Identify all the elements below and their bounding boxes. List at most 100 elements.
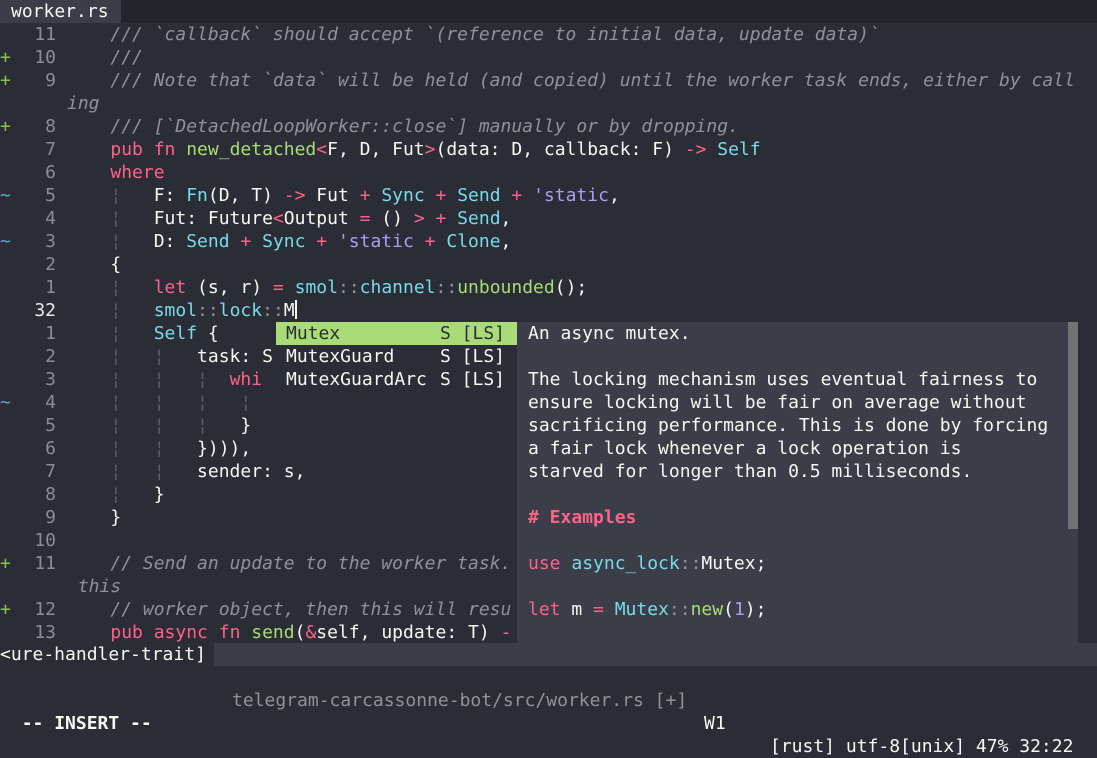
mode-indicator: -- INSERT -- bbox=[21, 713, 152, 734]
code-token: Sync bbox=[370, 185, 436, 206]
text-cursor bbox=[294, 300, 297, 319]
code-token: Send bbox=[446, 185, 512, 206]
code-token: :: bbox=[262, 300, 284, 321]
code-token: self, update: T) bbox=[316, 622, 501, 643]
code-token: pub async fn bbox=[110, 622, 252, 643]
completion-menu[interactable]: Mutex S [LS] MutexGuard S [LS] MutexGuardArc… bbox=[276, 322, 517, 414]
command-line[interactable]: -- INSERT -- bbox=[0, 689, 1097, 734]
code-text: ¦ let (s, r) = smol::channel::unbounded(… bbox=[67, 276, 587, 299]
code-text: pub async fn send(&self, update: T) - bbox=[67, 621, 511, 644]
code-token: -> bbox=[283, 185, 306, 206]
code-token: :: bbox=[435, 277, 458, 298]
completion-item[interactable]: MutexGuardArc S [LS] bbox=[276, 368, 517, 391]
git-sign: + bbox=[0, 47, 11, 68]
line-number: 1 bbox=[45, 323, 56, 344]
code-token: 'static bbox=[522, 185, 609, 206]
code-text: ¦ ¦ sender: s, bbox=[67, 460, 305, 483]
code-text: ¦ ¦ ¦ } bbox=[67, 414, 251, 437]
line-number: 9 bbox=[45, 70, 56, 91]
indent-guide bbox=[67, 116, 110, 137]
git-sign: ~ bbox=[0, 231, 11, 252]
completion-item[interactable]: MutexGuard S [LS] bbox=[276, 345, 517, 368]
code-token: < bbox=[272, 208, 284, 229]
indent-guide: ¦ bbox=[67, 208, 154, 229]
code-token: Fut: Future bbox=[153, 208, 273, 229]
code-token: & bbox=[305, 622, 317, 643]
line-number: 8 bbox=[45, 484, 56, 505]
code-token: channel bbox=[359, 277, 436, 298]
indent-guide: ¦ ¦ bbox=[67, 346, 198, 367]
code-token: Output bbox=[283, 208, 360, 229]
code-token: } bbox=[240, 415, 252, 436]
doc-line: sacrificing performance. This is done by… bbox=[528, 415, 1049, 436]
doc-line: starved for longer than 0.5 milliseconds… bbox=[528, 461, 973, 482]
git-sign: + bbox=[0, 599, 11, 620]
code-line[interactable]: +9 /// Note that `data` will be held (an… bbox=[0, 69, 1097, 92]
code-line[interactable]: 4 ¦ Fut: Future<Output = () > + Send, bbox=[0, 207, 1097, 230]
git-sign: + bbox=[0, 116, 11, 137]
indent-guide bbox=[67, 47, 110, 68]
code-line[interactable]: 1 ¦ let (s, r) = smol::channel::unbounde… bbox=[0, 276, 1097, 299]
indent-guide: ¦ ¦ ¦ bbox=[67, 415, 241, 436]
code-token: let bbox=[153, 277, 187, 298]
indent-guide: ¦ ¦ ¦ bbox=[67, 369, 230, 390]
code-token: Send bbox=[446, 208, 501, 229]
code-token: send bbox=[251, 622, 295, 643]
code-token: -> bbox=[684, 139, 707, 160]
status-function-name: <ure-handler-trait] bbox=[0, 643, 214, 666]
code-token: } bbox=[153, 484, 165, 505]
code-text: ¦ ¦ ¦ whi bbox=[67, 368, 262, 391]
code-line[interactable]: 32 ¦ smol::lock::M bbox=[0, 299, 1097, 322]
code-line[interactable]: 6 where bbox=[0, 161, 1097, 184]
status-file-info: [rust] utf-8[unix] 47% 32:22 bbox=[770, 736, 1074, 757]
line-number: 4 bbox=[45, 392, 56, 413]
line-number: 4 bbox=[45, 208, 56, 229]
indent-guide: ¦ bbox=[67, 484, 154, 505]
code-token: F: bbox=[153, 185, 187, 206]
code-line[interactable]: 11 /// `callback` should accept `(refere… bbox=[0, 23, 1097, 46]
code-token: + bbox=[359, 185, 371, 206]
indent-guide: ¦ ¦ ¦ ¦ bbox=[67, 392, 284, 413]
code-text: ¦ ¦ }))), bbox=[67, 437, 251, 460]
code-line[interactable]: +10 /// bbox=[0, 46, 1097, 69]
line-number: 11 bbox=[34, 24, 56, 45]
code-line[interactable]: ing bbox=[0, 92, 1097, 115]
doc-line: ensure locking will be fair on average w… bbox=[528, 392, 1027, 413]
line-number: 5 bbox=[45, 415, 56, 436]
code-token: /// [`DetachedLoopWorker::close`] manual… bbox=[110, 116, 739, 137]
code-token: + bbox=[511, 185, 523, 206]
code-token: } bbox=[110, 507, 122, 528]
line-number: 32 bbox=[34, 300, 56, 321]
indent-guide: ¦ ¦ bbox=[67, 461, 198, 482]
indent-guide bbox=[67, 507, 110, 528]
doc-line: An async mutex. bbox=[528, 323, 691, 344]
completion-item-kind: S [LS] bbox=[440, 323, 506, 344]
completion-item[interactable]: Mutex S [LS] bbox=[276, 322, 517, 345]
code-token: { bbox=[110, 254, 122, 275]
indent-guide: ¦ bbox=[67, 300, 154, 321]
statusline: <ure-handler-trait] telegram-carcassonne… bbox=[0, 643, 1097, 757]
code-text: pub fn new_detached<F, D, Fut>(data: D, … bbox=[67, 138, 760, 161]
doc-scrollbar[interactable] bbox=[1068, 322, 1078, 529]
code-text: ¦ ¦ task: S bbox=[67, 345, 273, 368]
code-token: F, D, Fut bbox=[327, 139, 425, 160]
code-token: ing bbox=[67, 93, 100, 114]
code-line[interactable]: +8 /// [`DetachedLoopWorker::close`] man… bbox=[0, 115, 1097, 138]
line-number: 6 bbox=[45, 438, 56, 459]
code-line[interactable]: 7 pub fn new_detached<F, D, Fut>(data: D… bbox=[0, 138, 1097, 161]
code-token: Send bbox=[186, 231, 241, 252]
tabline: worker.rs bbox=[0, 0, 1097, 23]
tab-worker-rs[interactable]: worker.rs bbox=[0, 0, 121, 23]
code-text: ¦ F: Fn(D, T) -> Fut + Sync + Send + 'st… bbox=[67, 184, 619, 207]
code-line[interactable]: ~5 ¦ F: Fn(D, T) -> Fut + Sync + Send + … bbox=[0, 184, 1097, 207]
code-line[interactable]: ~3 ¦ D: Send + Sync + 'static + Clone, bbox=[0, 230, 1097, 253]
code-token: task: S bbox=[197, 346, 273, 367]
code-line[interactable]: 2 { bbox=[0, 253, 1097, 276]
code-token: /// `callback` should accept `(reference… bbox=[110, 24, 880, 45]
completion-item-name: MutexGuardArc bbox=[286, 369, 427, 390]
code-token: whi bbox=[229, 369, 263, 390]
code-token: (D, T) bbox=[207, 185, 284, 206]
code-token: /// bbox=[110, 47, 143, 68]
code-token: + bbox=[424, 231, 436, 252]
code-token: + bbox=[240, 231, 252, 252]
